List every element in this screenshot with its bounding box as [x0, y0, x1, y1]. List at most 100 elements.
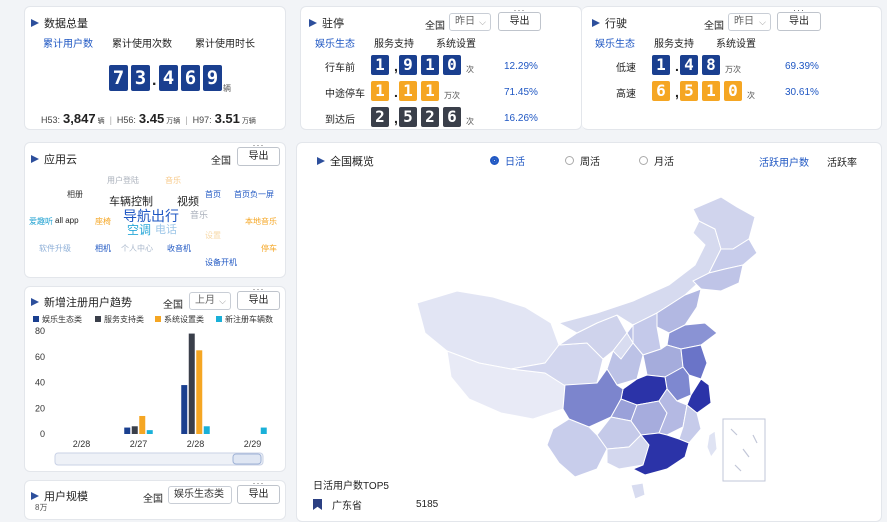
total-digit: 9	[203, 65, 222, 91]
stat-divider: |	[185, 115, 188, 125]
y-tick-label: 0	[40, 429, 45, 439]
digit-separator: ,	[394, 110, 398, 126]
map-region-yunnan[interactable]	[546, 418, 608, 478]
cloud-word[interactable]: 停车	[261, 243, 277, 254]
legend-swatch	[155, 316, 161, 322]
stat-value: 3,847	[63, 111, 96, 126]
tab-total-users[interactable]: 累计用户数	[43, 35, 93, 50]
digit-tile: 9	[399, 55, 417, 75]
legend-swatch	[33, 316, 39, 322]
cloud-word[interactable]: 个人中心	[121, 243, 153, 254]
tab-parking-entertainment[interactable]: 娱乐生态	[315, 35, 355, 50]
radio-daily[interactable]: 日活	[490, 153, 525, 168]
user-scale-export-button[interactable]: ··· 导出	[237, 481, 280, 504]
digit-tile: 1	[421, 81, 439, 101]
bar	[131, 426, 138, 434]
tab-parking-service[interactable]: 服务支持	[374, 35, 414, 50]
radio-weekly[interactable]: 周活	[565, 153, 600, 168]
row-label: 到达后	[325, 115, 355, 126]
chevron-down-icon: ⌵	[759, 17, 766, 27]
radio-unchecked-icon	[639, 156, 648, 165]
title-arrow-icon	[31, 155, 39, 163]
map-region-inner-mongolia[interactable]	[557, 220, 722, 334]
stat-unit: 万辆	[166, 118, 181, 125]
parking-title: 驻停	[309, 15, 344, 31]
cloud-word[interactable]: 本地音乐	[245, 216, 277, 227]
cloud-word[interactable]: 首页	[205, 189, 221, 200]
row-label: 中途停车	[325, 89, 365, 100]
legend-label: 系统设置类	[164, 314, 204, 324]
row-unit: 次	[747, 91, 755, 100]
digit-tile: 2	[421, 107, 439, 127]
parking-card: 驻停 全国 昨日 ⌵ ··· 导出 娱乐生态 服务支持 系统设置 行车前 1, 9 1 0…	[300, 6, 582, 130]
cloud-word[interactable]: 空调	[127, 221, 151, 238]
cloud-word[interactable]: 软件升级	[39, 243, 71, 254]
y-tick-label: 60	[35, 352, 45, 362]
digit-tile: 2	[371, 107, 389, 127]
cloud-word[interactable]: 收音机	[167, 243, 191, 254]
stat-value: 3.51	[214, 111, 240, 126]
cloud-word[interactable]: 用户登陆	[107, 175, 139, 186]
cloud-word[interactable]: 座椅	[95, 216, 111, 227]
tab-driving-settings[interactable]: 系统设置	[716, 35, 756, 50]
digit-separator: ,	[394, 58, 398, 74]
tab-parking-settings[interactable]: 系统设置	[436, 35, 476, 50]
total-stats: H53: 3,847 辆 | H56: 3.45 万辆 | H97: 3.51 …	[41, 111, 256, 126]
digit-tile: 5	[399, 107, 417, 127]
bar	[188, 333, 195, 434]
row-percent: 12.29%	[504, 61, 538, 72]
total-unit: 辆	[223, 84, 231, 93]
tab-total-duration[interactable]: 累计使用时长	[195, 35, 255, 50]
digit-tile: 1	[371, 81, 389, 101]
tab-total-uses[interactable]: 累计使用次数	[112, 35, 172, 50]
title-arrow-icon	[317, 157, 325, 165]
x-tick-label: 2/28	[187, 439, 205, 449]
stat-unit: 辆	[97, 118, 105, 125]
cloud-word[interactable]: 电话	[155, 221, 177, 237]
y-tick-label: 80	[35, 326, 45, 336]
driving-export-button[interactable]: ··· 导出	[777, 7, 821, 31]
top5-title: 日活用户数TOP5	[313, 481, 389, 492]
parking-export-button[interactable]: ··· 导出	[498, 7, 541, 31]
stat-label: H56:	[116, 115, 136, 125]
user-scale-axis-top: 8万	[35, 503, 48, 512]
map-region-xinjiang[interactable]	[416, 290, 560, 370]
y-tick-label: 20	[35, 403, 45, 413]
app-cloud-export-button[interactable]: ··· 导出	[237, 143, 280, 166]
cloud-word[interactable]: 设备开机	[205, 257, 237, 268]
driving-title: 行驶	[592, 15, 627, 31]
cloud-word[interactable]: 首页负一屏	[234, 189, 274, 200]
china-map	[416, 196, 766, 500]
cloud-word[interactable]: 设置	[205, 230, 221, 241]
tab-driving-service[interactable]: 服务支持	[654, 35, 694, 50]
link-active-users[interactable]: 活跃用户数	[759, 154, 809, 169]
legend-swatch	[95, 316, 101, 322]
bar	[124, 427, 131, 434]
map-region-hainan[interactable]	[630, 482, 646, 500]
parking-period-select[interactable]: 昨日 ⌵	[449, 13, 491, 31]
overview-card: 全国概览 日活 周活 月活 活跃用户数 活跃率 日活用户数TOP5 广东省 51…	[296, 142, 882, 522]
driving-period-select[interactable]: 昨日 ⌵	[728, 13, 771, 31]
map-region-taiwan[interactable]	[706, 430, 718, 459]
cloud-word[interactable]: 音乐	[165, 175, 181, 186]
bar	[260, 427, 267, 434]
radio-monthly[interactable]: 月活	[639, 153, 674, 168]
tab-driving-entertainment[interactable]: 娱乐生态	[595, 35, 635, 50]
stat-divider: |	[109, 115, 112, 125]
trend-chart: 娱乐生态类 服务支持类 系统设置类 新注册车辆数 0 20 40 60 80 2/28 2/27 2/…	[33, 314, 273, 466]
link-active-rate[interactable]: 活跃率	[827, 154, 857, 169]
user-scale-category-select[interactable]: 娱乐生态类	[168, 486, 232, 504]
cloud-word[interactable]: 相册	[67, 189, 83, 200]
stat-label: H53:	[41, 115, 61, 125]
cloud-word[interactable]: 视频	[177, 193, 199, 209]
cloud-word[interactable]: 相机	[95, 243, 111, 254]
digit-tile: 8	[702, 55, 720, 75]
top5-value: 5185	[416, 499, 439, 510]
digit-tile: 4	[680, 55, 698, 75]
row-unit: 次	[466, 117, 474, 126]
cloud-word[interactable]: all app	[55, 216, 79, 225]
cloud-word[interactable]: 音乐	[190, 208, 208, 221]
digit-tile: 1	[371, 55, 389, 75]
cloud-word[interactable]: 爱趣听	[29, 216, 53, 227]
legend-label: 娱乐生态类	[42, 314, 82, 324]
